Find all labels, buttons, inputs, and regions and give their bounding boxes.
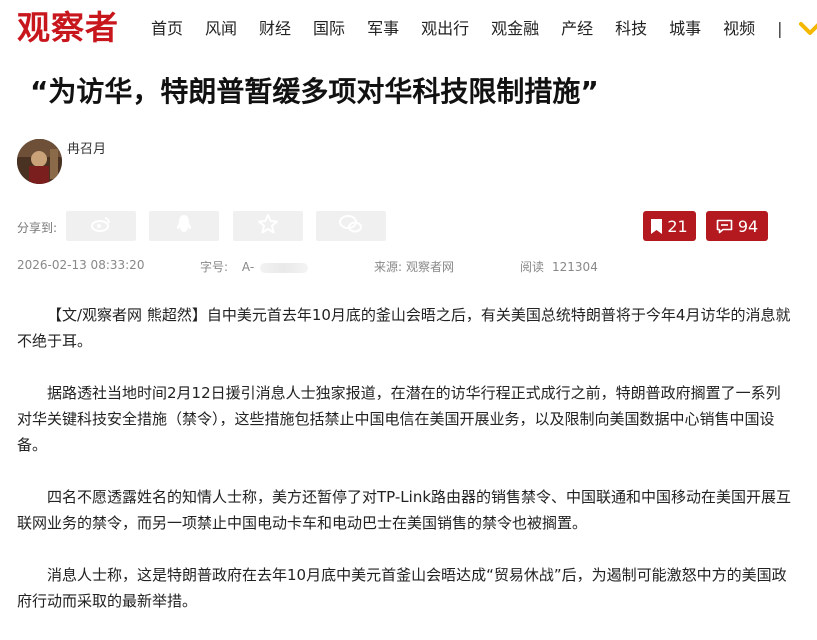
nav-item-fengwen[interactable]: 风闻 — [205, 19, 237, 39]
nav-item-industry[interactable]: 产经 — [561, 19, 593, 39]
bookmark-count-button[interactable]: 21 — [643, 211, 696, 241]
article-paragraph: 据路透社当地时间2月12日援引消息人士独家报道，在潜在的访华行程正式成行之前，特… — [17, 384, 781, 454]
nav-item-international[interactable]: 国际 — [313, 19, 345, 39]
comment-count-button[interactable]: 94 — [706, 211, 768, 241]
bookmark-count: 21 — [667, 216, 688, 236]
nav-item-finance[interactable]: 财经 — [259, 19, 291, 39]
source-label: 来源: — [374, 260, 403, 274]
font-size-decrease[interactable]: A- — [242, 260, 254, 274]
share-favorite-button[interactable] — [233, 211, 303, 241]
weibo-icon — [91, 216, 111, 236]
chevron-down-icon[interactable] — [798, 21, 817, 37]
nav-item-video[interactable]: 视频 — [723, 19, 755, 39]
bookmark-icon — [651, 218, 663, 234]
site-logo[interactable]: 观察者 — [17, 6, 119, 50]
nav-item-military[interactable]: 军事 — [367, 19, 399, 39]
star-icon — [258, 214, 278, 238]
avatar[interactable] — [17, 139, 62, 184]
font-size-label: 字号: — [200, 260, 229, 274]
qq-icon — [175, 214, 193, 238]
article-paragraph: 【文/观察者网 熊超然】自中美元首去年10月底的釜山会晤之后，有关美国总统特朗普… — [17, 306, 791, 350]
publish-datetime: 2026-02-13 08:33:20 — [17, 258, 145, 272]
article-title: “为访华，特朗普暂缓多项对华科技限制措施” — [30, 75, 599, 108]
nav-item-guan-finance[interactable]: 观金融 — [491, 19, 539, 39]
share-qq-button[interactable] — [149, 211, 219, 241]
comment-count: 94 — [737, 216, 759, 236]
comment-icon — [716, 219, 733, 233]
article-paragraph: 消息人士称，这是特朗普政府在去年10月底中美元首釜山会晤达成“贸易休战”后，为遏… — [17, 566, 787, 610]
top-navigation-bar: 观察者 首页 风闻 财经 国际 军事 观出行 观金融 产经 科技 城事 视频 | — [0, 0, 817, 58]
read-label: 阅读 — [520, 260, 545, 274]
share-label: 分享到: — [17, 221, 58, 235]
nav-item-city[interactable]: 城事 — [669, 19, 701, 39]
nav-item-travel[interactable]: 观出行 — [421, 19, 469, 39]
share-weibo-button[interactable] — [66, 211, 136, 241]
author-name[interactable]: 冉召月 — [67, 138, 106, 157]
source-value[interactable]: 观察者网 — [406, 260, 454, 274]
main-nav: 首页 风闻 财经 国际 军事 观出行 观金融 产经 科技 城事 视频 | — [151, 19, 817, 39]
share-wechat-button[interactable] — [316, 211, 386, 241]
wechat-icon — [339, 215, 363, 237]
nav-item-tech[interactable]: 科技 — [615, 19, 647, 39]
nav-item-home[interactable]: 首页 — [151, 19, 183, 39]
nav-separator: | — [777, 19, 783, 38]
article-body: 【文/观察者网 熊超然】自中美元首去年10月底的釜山会晤之后，有关美国总统特朗普… — [17, 302, 793, 640]
font-size-blurred — [260, 262, 309, 273]
read-info: 阅读 121304 — [520, 258, 598, 275]
source-info: 来源: 观察者网 — [374, 258, 454, 275]
font-size-control: 字号: A- — [200, 258, 309, 275]
read-count: 121304 — [552, 260, 598, 274]
article-paragraph: 四名不愿透露姓名的知情人士称，美方还暂停了对TP-Link路由器的销售禁令、中国… — [17, 488, 792, 532]
